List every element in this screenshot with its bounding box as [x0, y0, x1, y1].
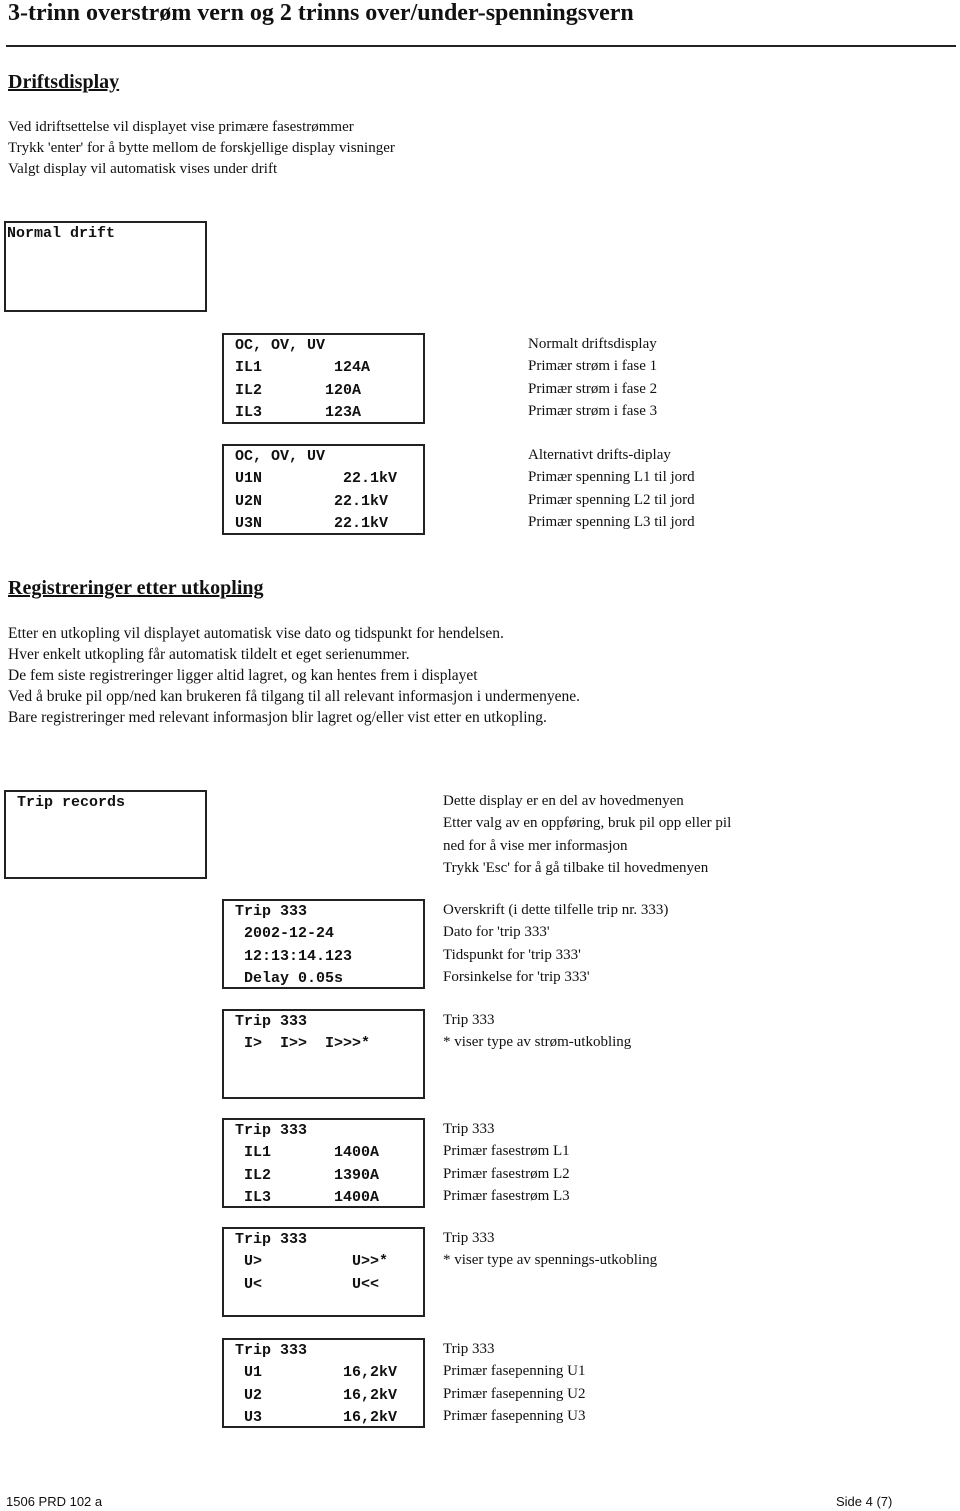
display-description: Trip 333 * viser type av strøm-utkobling: [443, 1012, 632, 1051]
display-description: Trip 333 * viser type av spennings-utkobl…: [443, 1230, 658, 1269]
lcd-lines: Trip 333 2002-12-24 12:13:14.123 Delay 0…: [235, 903, 353, 988]
paragraph-line: Valgt display vil automatisk vises under…: [8, 161, 278, 177]
normal-drift-box: Normal drift: [4, 221, 207, 312]
lcd-lines: Trip 333 I> I>> I>>>*: [235, 1013, 371, 1053]
paragraph-line: Trykk 'enter' for å bytte mellom de fors…: [8, 140, 395, 156]
section-heading-registreringer: Registreringer etter utkopling: [8, 577, 264, 599]
lcd-trip-voltage-type: Trip 333 U> U>>* U< U<<: [222, 1227, 425, 1317]
display-description: Trip 333 Primær fasepenning U1 Primær fase…: [443, 1341, 586, 1425]
title-rule: [6, 45, 956, 47]
display-description: Dette display er en del av hovedmenyen Et…: [443, 793, 732, 877]
lcd-trip-datetime: Trip 333 2002-12-24 12:13:14.123 Delay 0…: [222, 899, 425, 989]
lcd-trip-current-type: Trip 333 I> I>> I>>>*: [222, 1009, 425, 1099]
lcd-trip-phase-currents: Trip 333 IL1 1400A IL2 1390A IL3 1400A: [222, 1118, 425, 1208]
display-description: Trip 333 Primær fasestrøm L1 Primær fasest…: [443, 1121, 570, 1205]
document-title: 3-trinn overstrøm vern og 2 trinns over/…: [8, 0, 634, 26]
intro-paragraph: Ved idriftsettelse vil displayet vise pr…: [8, 117, 395, 180]
lcd-text: Trip records: [8, 794, 126, 811]
lcd-display-currents: OC, OV, UV IL1 124A IL2 120A IL3 123A: [222, 333, 425, 424]
document-page: 3-trinn overstrøm vern og 2 trinns over/…: [0, 0, 960, 1511]
trip-paragraph: Etter en utkopling vil displayet automat…: [8, 625, 581, 726]
trip-records-box: Trip records: [4, 790, 207, 879]
lcd-lines: OC, OV, UV U1N 22.1kV U2N 22.1kV U3N 22.1kV: [235, 448, 398, 533]
lcd-lines: Trip 333 U1 16,2kV U2 16,2kV U3 16,2kV: [235, 1342, 398, 1427]
lcd-display-voltages: OC, OV, UV U1N 22.1kV U2N 22.1kV U3N 22.1kV: [222, 444, 425, 535]
footer-page-number: Side 4 (7): [836, 1494, 893, 1509]
lcd-trip-phase-voltages: Trip 333 U1 16,2kV U2 16,2kV U3 16,2kV: [222, 1338, 425, 1428]
display-description: Overskrift (i dette tilfelle trip nr. 33…: [443, 902, 669, 986]
section-heading-driftsdisplay: Driftsdisplay: [8, 71, 120, 93]
display-description: Alternativt drifts-diplay Primær spenning…: [528, 447, 695, 531]
lcd-text: Normal drift: [7, 225, 116, 242]
paragraph-line: Ved idriftsettelse vil displayet vise pr…: [8, 119, 354, 135]
display-description: Normalt driftsdisplay Primær strøm i fase…: [528, 336, 658, 420]
footer-doc-id: 1506 PRD 102 a: [6, 1494, 103, 1509]
lcd-lines: OC, OV, UV IL1 124A IL2 120A IL3 123A: [235, 337, 371, 422]
lcd-lines: Trip 333 U> U>>* U< U<<: [235, 1231, 389, 1293]
lcd-lines: Trip 333 IL1 1400A IL2 1390A IL3 1400A: [235, 1122, 380, 1207]
